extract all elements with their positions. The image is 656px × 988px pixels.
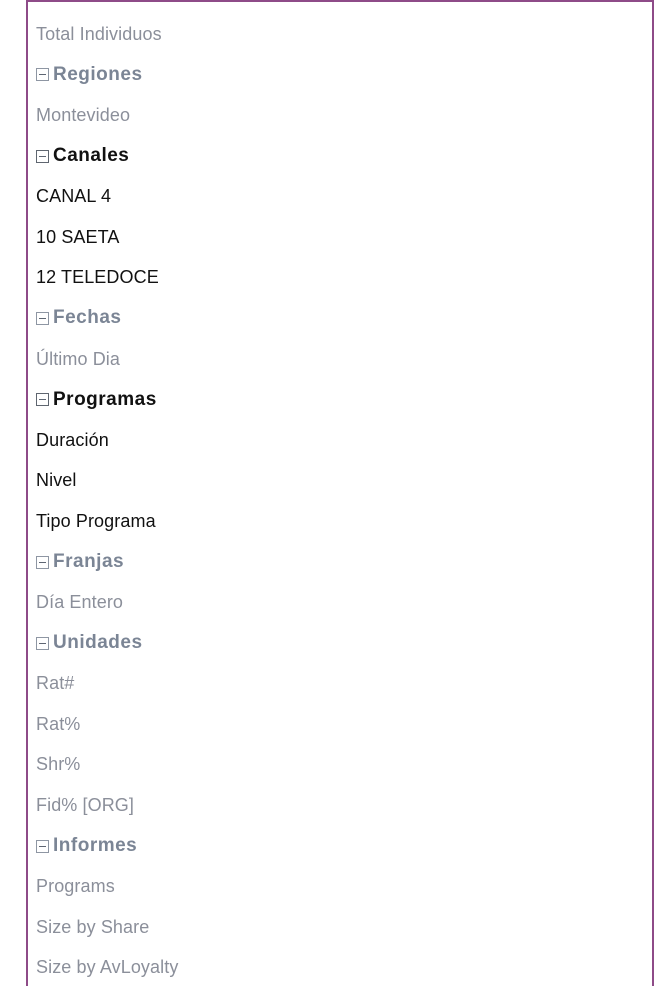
tree-item-duracion[interactable]: Duración <box>28 420 652 461</box>
collapse-icon[interactable] <box>36 311 49 325</box>
tree-group-label: Regiones <box>53 63 143 85</box>
tree-item-12-teledoce[interactable]: 12 TELEDOCE <box>28 258 652 299</box>
collapse-icon[interactable] <box>36 393 49 407</box>
tree-item-size-by-share[interactable]: Size by Share <box>28 907 652 948</box>
tree-group-programas[interactable]: Programas <box>28 379 652 420</box>
tree-item-rat-percent[interactable]: Rat% <box>28 704 652 745</box>
tree-group-label: Programas <box>53 388 157 410</box>
tree-group-label: Canales <box>53 145 130 167</box>
tree-group-fechas[interactable]: Fechas <box>28 298 652 339</box>
selection-tree-panel: Total Individuos Regiones Montevideo Can… <box>26 0 654 986</box>
tree-item-size-by-avloyalty[interactable]: Size by AvLoyalty <box>28 948 652 988</box>
tree-group-label: Unidades <box>53 632 143 654</box>
tree-item-shr-percent[interactable]: Shr% <box>28 745 652 786</box>
tree-group-label: Franjas <box>53 551 125 573</box>
tree-group-unidades[interactable]: Unidades <box>28 623 652 664</box>
tree-item-tipo-programa[interactable]: Tipo Programa <box>28 501 652 542</box>
collapse-icon[interactable] <box>36 68 49 82</box>
tree-group-label: Fechas <box>53 307 122 329</box>
tree-group-franjas[interactable]: Franjas <box>28 542 652 583</box>
tree-item-nivel[interactable]: Nivel <box>28 461 652 502</box>
tree-group-canales[interactable]: Canales <box>28 136 652 177</box>
tree-item-programs[interactable]: Programs <box>28 866 652 907</box>
tree-item-dia-entero[interactable]: Día Entero <box>28 582 652 623</box>
collapse-icon[interactable] <box>36 555 49 569</box>
selection-tree: Total Individuos Regiones Montevideo Can… <box>28 14 652 988</box>
tree-item-rat-count[interactable]: Rat# <box>28 664 652 705</box>
tree-item-ultimo-dia[interactable]: Último Dia <box>28 339 652 380</box>
collapse-icon[interactable] <box>36 149 49 163</box>
collapse-icon[interactable] <box>36 636 49 650</box>
tree-item-10-saeta[interactable]: 10 SAETA <box>28 217 652 258</box>
tree-group-informes[interactable]: Informes <box>28 826 652 867</box>
tree-item-total-individuos[interactable]: Total Individuos <box>28 14 652 55</box>
tree-group-label: Informes <box>53 835 138 857</box>
tree-item-canal-4[interactable]: CANAL 4 <box>28 176 652 217</box>
tree-group-regiones[interactable]: Regiones <box>28 55 652 96</box>
collapse-icon[interactable] <box>36 839 49 853</box>
tree-item-montevideo[interactable]: Montevideo <box>28 95 652 136</box>
tree-item-fid-percent-org[interactable]: Fid% [ORG] <box>28 785 652 826</box>
